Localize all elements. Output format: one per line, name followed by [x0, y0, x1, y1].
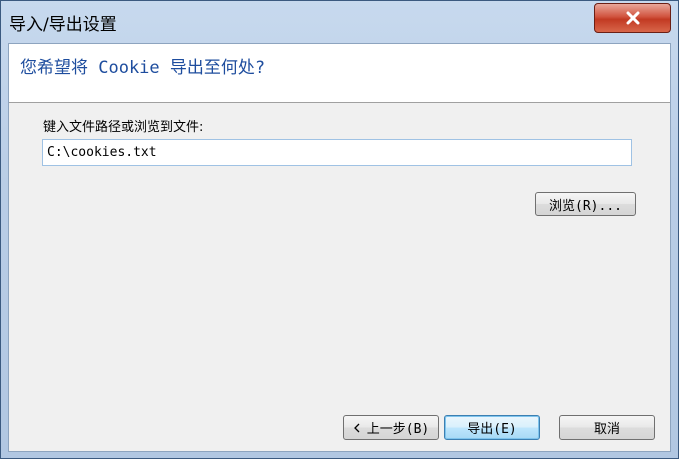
close-button[interactable]	[594, 3, 671, 33]
close-icon	[626, 11, 639, 25]
browse-button[interactable]: 浏览(R)...	[535, 192, 636, 216]
path-field-label: 键入文件路径或浏览到文件:	[43, 120, 204, 135]
window-title: 导入/导出设置	[9, 15, 117, 35]
back-button[interactable]: 上一步(B)	[343, 415, 439, 440]
file-path-input[interactable]	[42, 139, 632, 166]
dialog-window: 导入/导出设置 您希望将 Cookie 导出至何处? 键入文件路径或浏览到文件:…	[0, 0, 679, 459]
chevron-left-icon	[353, 423, 360, 432]
cancel-button[interactable]: 取消	[559, 415, 655, 440]
dialog-body: 您希望将 Cookie 导出至何处? 键入文件路径或浏览到文件: 浏览(R)..…	[8, 43, 671, 452]
page-heading: 您希望将 Cookie 导出至何处?	[20, 58, 266, 78]
export-button[interactable]: 导出(E)	[444, 415, 540, 440]
title-bar[interactable]: 导入/导出设置	[1, 1, 678, 39]
header-panel: 您希望将 Cookie 导出至何处?	[9, 44, 670, 103]
back-button-label: 上一步(B)	[366, 422, 430, 437]
